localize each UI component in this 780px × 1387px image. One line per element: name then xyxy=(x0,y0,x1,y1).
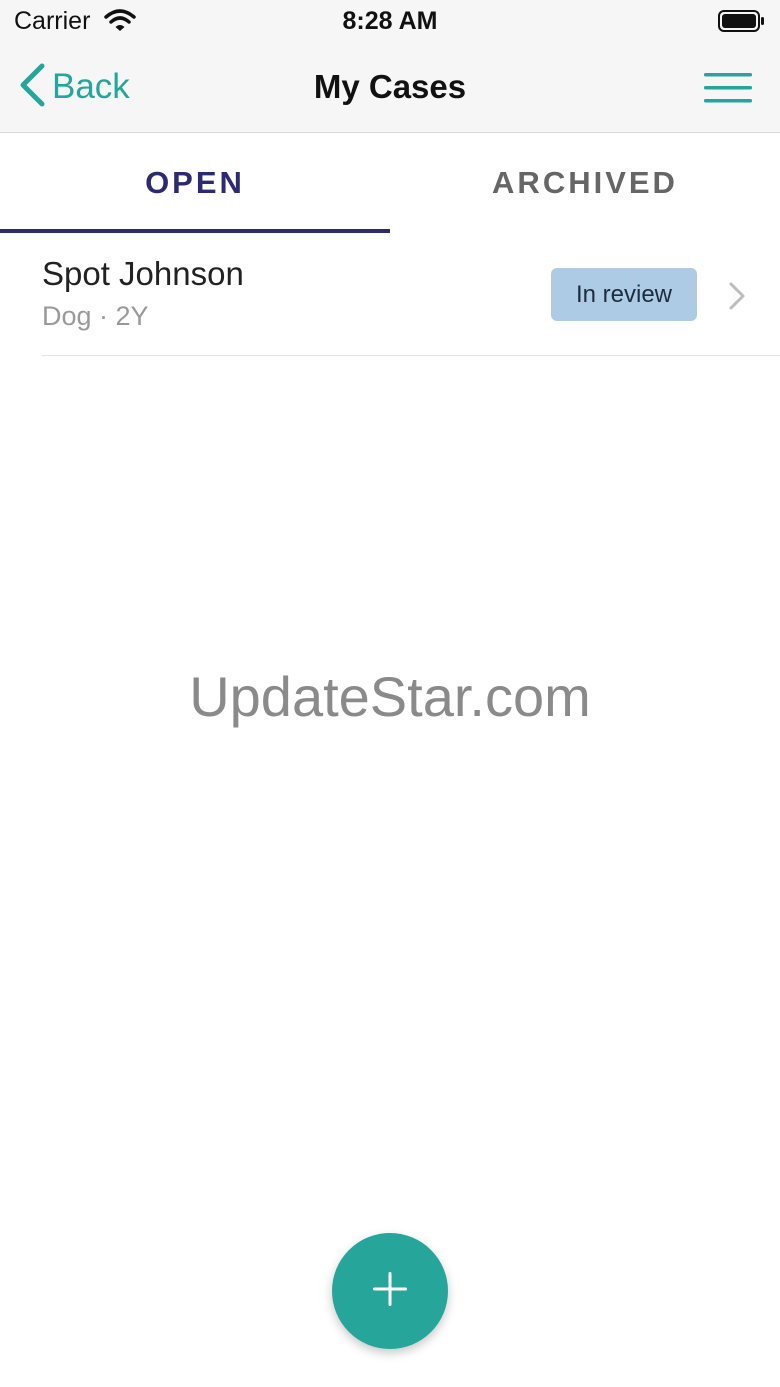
row-divider xyxy=(42,355,780,356)
case-name: Spot Johnson xyxy=(42,255,244,292)
plus-icon xyxy=(370,1269,410,1314)
menu-button[interactable] xyxy=(702,70,754,106)
chevron-right-icon xyxy=(727,281,747,316)
tab-archived[interactable]: ARCHIVED xyxy=(390,133,780,233)
status-time: 8:28 AM xyxy=(342,7,438,35)
hamburger-menu-icon xyxy=(702,73,754,110)
case-list-item[interactable]: Spot Johnson Dog · 2Y In review xyxy=(0,233,780,356)
case-details: Dog · 2Y xyxy=(42,301,149,331)
tab-open[interactable]: OPEN xyxy=(0,133,390,233)
status-badge: In review xyxy=(551,268,697,321)
status-bar: Carrier 8:28 AM xyxy=(0,0,780,44)
watermark: UpdateStar.com xyxy=(189,665,591,728)
case-tabs: OPEN ARCHIVED xyxy=(0,133,780,233)
navigation-bar: Back My Cases xyxy=(0,44,780,133)
battery-icon xyxy=(718,9,766,38)
page-title: My Cases xyxy=(313,68,467,105)
add-case-button[interactable] xyxy=(332,1233,448,1349)
